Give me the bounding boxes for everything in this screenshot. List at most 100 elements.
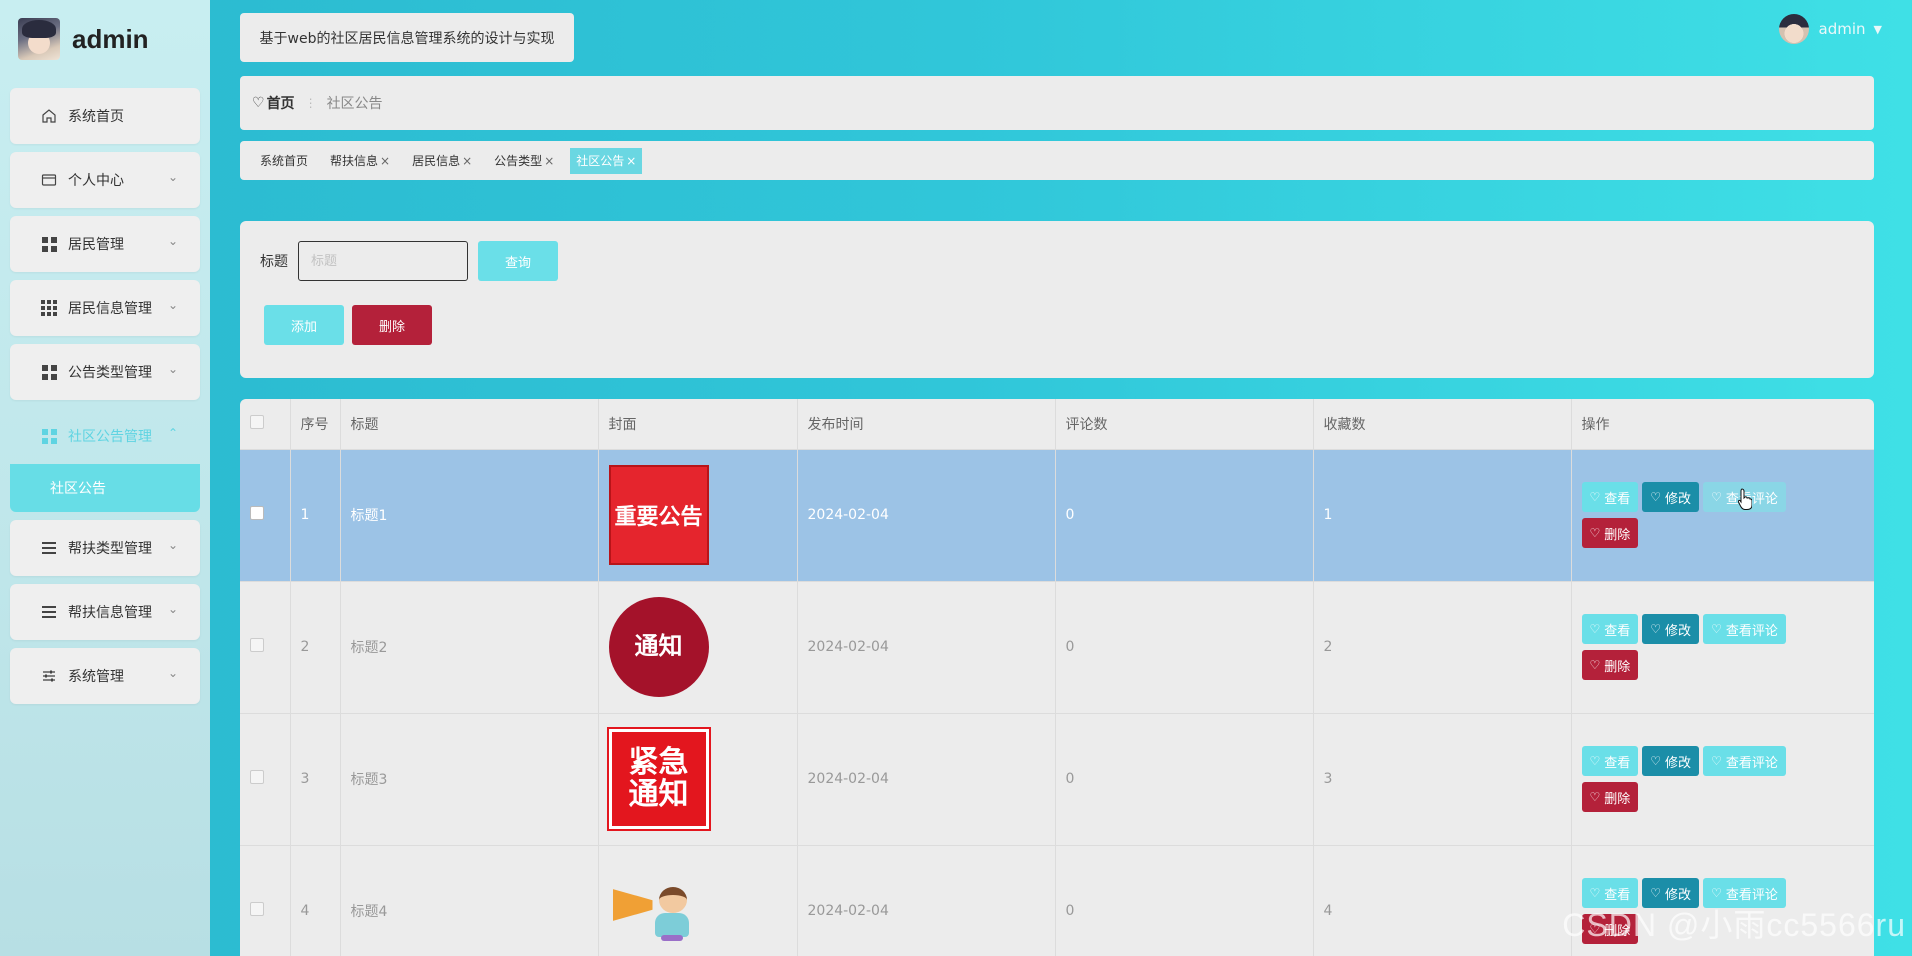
site-title: 基于web的社区居民信息管理系统的设计与实现 — [240, 13, 574, 62]
chevron-down-icon: ⌄ — [167, 538, 178, 552]
row-actions: ♡查看 ♡修改 ♡查看评论 ♡删除 — [1571, 581, 1874, 714]
heart-icon: ♡ — [1589, 490, 1601, 504]
sidebar-item-aid-info-management[interactable]: 帮扶信息管理 ⌄ — [10, 584, 200, 640]
row-select-cell — [240, 581, 291, 714]
heart-icon: ♡ — [1650, 622, 1662, 636]
tag-resident-info[interactable]: 居民信息 × — [406, 148, 478, 174]
row-select-cell — [240, 713, 291, 846]
delete-button[interactable]: ♡ 删除 — [1581, 782, 1639, 812]
heart-icon: ♡ — [1589, 658, 1601, 672]
edit-label: 修改 — [1665, 623, 1692, 639]
sliders-icon — [40, 667, 58, 685]
row-date: 2024-02-04 — [797, 449, 1056, 582]
sidebar-item-label: 系统首页 — [68, 109, 124, 125]
sidebar-item-label: 居民信息管理 — [68, 301, 152, 317]
edit-button[interactable]: ♡ 修改 — [1642, 746, 1700, 776]
row-favorites: 1 — [1313, 449, 1572, 582]
view-comments-button[interactable]: ♡查看评论 — [1703, 746, 1786, 776]
close-icon[interactable]: × — [626, 154, 636, 168]
sidebar-item-resident-info-management[interactable]: 居民信息管理 ⌄ — [10, 280, 200, 336]
select-all-cell — [240, 399, 291, 450]
sidebar-item-label: 公告类型管理 — [68, 365, 152, 381]
title-search-input[interactable] — [298, 241, 468, 281]
delete-button[interactable]: ♡ 删除 — [1581, 650, 1639, 680]
view-button[interactable]: ♡ 查看 — [1581, 614, 1639, 644]
close-icon[interactable]: × — [380, 154, 390, 168]
batch-delete-button[interactable]: 删除 — [352, 305, 432, 345]
row-checkbox[interactable] — [250, 902, 264, 916]
row-index: 1 — [290, 449, 341, 582]
sidebar-item-community-notice-management[interactable]: 社区公告管理 ⌃ — [10, 408, 200, 464]
column-header: 发布时间 — [797, 399, 1056, 450]
sidebar-item-personal-center[interactable]: 个人中心 ⌄ — [10, 152, 200, 208]
row-comments: 0 — [1055, 581, 1314, 714]
heart-icon: ♡ — [1589, 886, 1601, 900]
query-button[interactable]: 查询 — [478, 241, 558, 281]
user-menu[interactable]: admin ▼ — [1778, 14, 1882, 44]
sidebar-item-system-management[interactable]: 系统管理 ⌄ — [10, 648, 200, 704]
breadcrumb-separator-icon: ⋮ — [304, 96, 317, 110]
sidebar-item-label: 社区公告管理 — [68, 429, 152, 445]
row-favorites: 3 — [1313, 713, 1572, 846]
cover-text: 通知 — [634, 632, 683, 661]
tag-notice-type[interactable]: 公告类型 × — [488, 148, 560, 174]
chevron-down-icon: ⌄ — [167, 602, 178, 616]
row-checkbox[interactable] — [250, 770, 264, 784]
sidebar-subitem-community-notice[interactable]: 社区公告 — [10, 464, 200, 512]
heart-icon: ♡ — [1589, 790, 1601, 804]
close-icon[interactable]: × — [544, 154, 554, 168]
chevron-down-icon: ⌄ — [167, 234, 178, 248]
tag-community-notice[interactable]: 社区公告 × — [570, 147, 643, 174]
delete-label: 删除 — [1604, 659, 1631, 675]
select-all-checkbox[interactable] — [250, 414, 264, 429]
edit-button[interactable]: ♡ 修改 — [1642, 482, 1700, 512]
view-label: 查看 — [1604, 491, 1631, 507]
tag-aid-info[interactable]: 帮扶信息 × — [324, 148, 396, 174]
row-favorites: 2 — [1313, 581, 1572, 714]
sidebar-item-resident-management[interactable]: 居民管理 ⌄ — [10, 216, 200, 272]
notice-table: 序号 标题 封面 发布时间 评论数 收藏数 操作 1 标题1 重要公告 2024… — [240, 399, 1874, 956]
row-checkbox[interactable] — [250, 638, 264, 652]
tag-label: 公告类型 — [494, 154, 543, 168]
avatar — [1778, 14, 1809, 44]
view-button[interactable]: ♡ 查看 — [1581, 746, 1639, 776]
view-button[interactable]: ♡ 查看 — [1581, 482, 1639, 512]
add-button[interactable]: 添加 — [264, 305, 344, 345]
table-row[interactable]: 3 标题3 紧急 通知 2024-02-04 0 3 ♡ 查看 ♡ 修改 ♡ 查看评论 … — [240, 713, 1874, 846]
row-date: 2024-02-04 — [797, 581, 1056, 714]
table-row[interactable]: 2 标题2 通知 2024-02-04 0 2 ♡ 查看 ♡ 修改 ♡ 查看评论 ♡ 删… — [240, 581, 1874, 714]
delete-label: 删除 — [1604, 791, 1631, 807]
chevron-up-icon: ⌃ — [167, 426, 178, 440]
sidebar-item-aid-type-management[interactable]: 帮扶类型管理 ⌄ — [10, 520, 200, 576]
search-label: 标题 — [260, 254, 288, 270]
breadcrumb-home[interactable]: ♡ 首页 — [252, 93, 295, 113]
delete-button[interactable]: ♡ 删除 — [1581, 518, 1639, 548]
row-index: 2 — [290, 581, 341, 714]
edit-button[interactable]: ♡ 修改 — [1642, 614, 1700, 644]
row-cover-cell: 通知 — [598, 581, 798, 714]
sidebar-item-home[interactable]: 系统首页 — [10, 88, 200, 144]
sidebar-item-label: 居民管理 — [68, 237, 124, 253]
view-comments-button[interactable]: ♡查看评论 — [1703, 614, 1786, 644]
tag-home[interactable]: 系统首页 — [254, 148, 314, 174]
edit-label: 修改 — [1665, 755, 1692, 771]
grid-icon — [40, 235, 58, 253]
tag-label: 社区公告 — [576, 154, 625, 168]
brand: admin — [18, 18, 149, 60]
sidebar-menu: 系统首页 个人中心 ⌄ 居民管理 ⌄ 居民信息管理 ⌄ 公告类型管理 ⌄ 社区公 — [10, 88, 200, 712]
sidebar-item-notice-type-management[interactable]: 公告类型管理 ⌄ — [10, 344, 200, 400]
row-select-cell — [240, 449, 291, 582]
row-checkbox[interactable] — [250, 506, 264, 520]
column-header: 操作 — [1571, 399, 1874, 450]
row-actions: ♡查看 ♡修改 ♡查看评论 ♡删除 — [1571, 713, 1874, 846]
grid-icon — [40, 427, 58, 445]
close-icon[interactable]: × — [462, 154, 472, 168]
sidebar-item-label: 帮扶信息管理 — [68, 605, 152, 621]
delete-label: 删除 — [1604, 527, 1631, 543]
table-row[interactable]: 1 标题1 重要公告 2024-02-04 0 1 ♡查看 ♡修改 ♡查看评论 … — [240, 449, 1874, 582]
row-date: 2024-02-04 — [797, 713, 1056, 846]
comments-label: 查看评论 — [1725, 623, 1778, 639]
breadcrumb: ♡ 首页 ⋮ 社区公告 — [240, 76, 1874, 130]
row-favorites: 4 — [1313, 845, 1572, 956]
row-title: 标题4 — [340, 845, 599, 956]
